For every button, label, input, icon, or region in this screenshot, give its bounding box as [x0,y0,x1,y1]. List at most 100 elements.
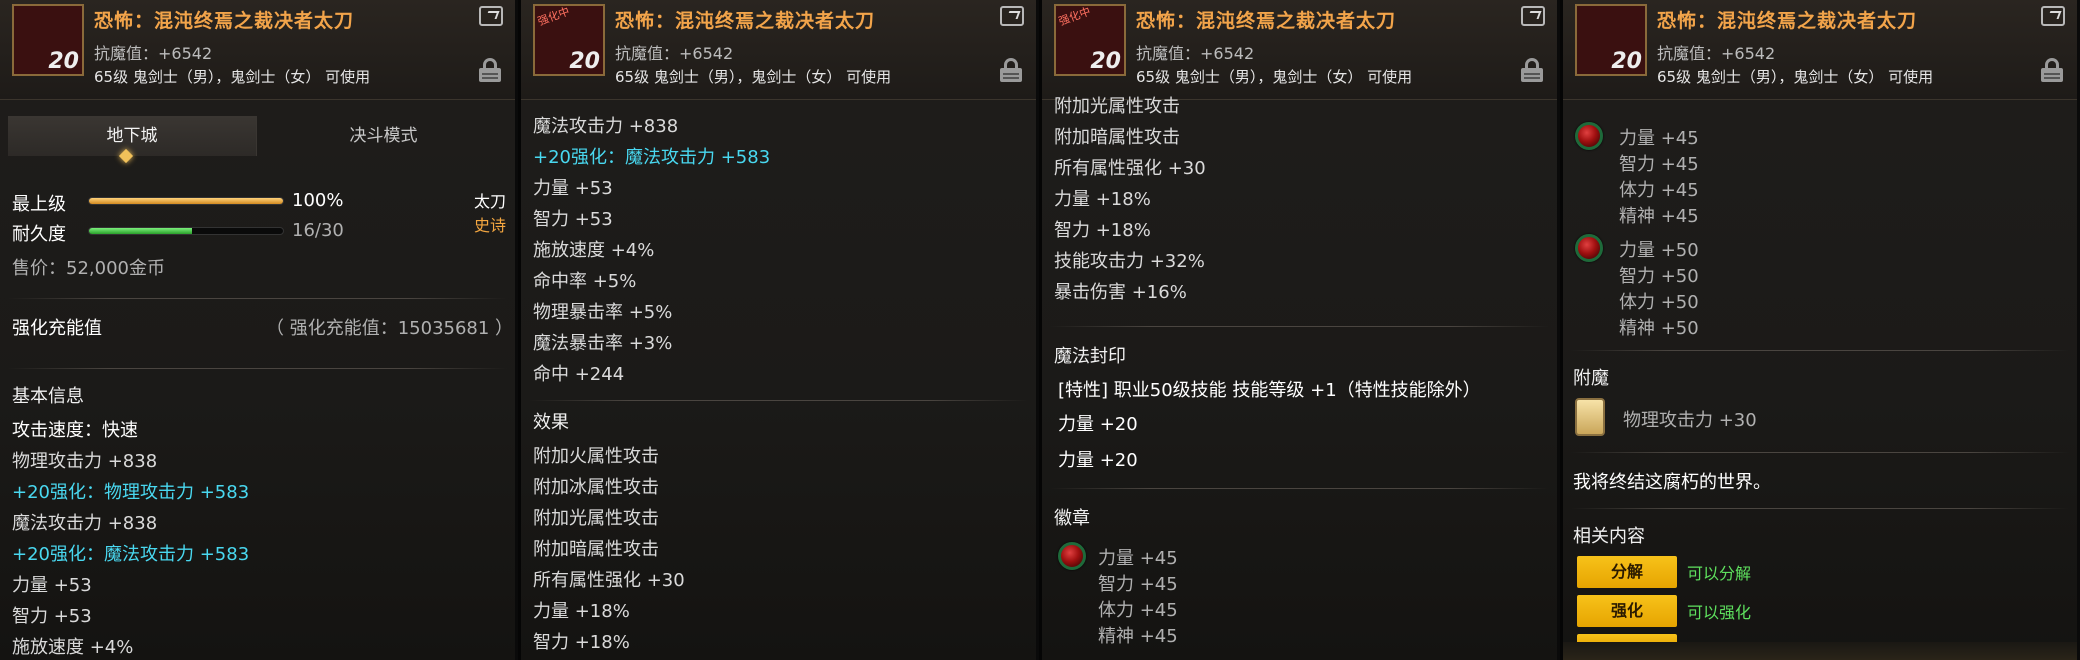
seal-line: [特性] 职业50级技能 技能等级 +1（特性技能除外） [1058,380,1481,401]
usable-classes: 65级 鬼剑士（男），鬼剑士（女） 可使用 [94,68,371,86]
resist-value: 抗魔值：+6542 [94,44,213,63]
lock-icon[interactable] [479,58,501,82]
stat-line: 命中 +244 [533,364,625,385]
divider [1050,488,1549,489]
effect-line: 智力 +18% [1054,220,1151,241]
usable-classes: 65级 鬼剑士（男），鬼剑士（女） 可使用 [1136,68,1413,86]
tooltip-header: 强化中 20 恐怖：混沌终焉之裁决者太刀 抗魔值：+6542 65级 鬼剑士（男… [1042,0,1557,100]
tooltip-body: 力量 +45 智力 +45 体力 +45 精神 +45 力量 +50 智力 +5… [1563,100,2077,660]
enhance-hint: 可以强化 [1687,603,1752,622]
emblem-stat: 智力 +50 [1619,266,1699,287]
tooltip-body: 魔法攻击力 +838 +20强化：魔法攻击力 +583 力量 +53 智力 +5… [521,100,1036,660]
basic-info-header: 基本信息 [12,386,84,407]
share-icon[interactable] [1000,6,1024,26]
effect-line: 附加光属性攻击 [1054,96,1180,117]
share-icon[interactable] [1521,6,1545,26]
emblem-stat: 精神 +45 [1098,626,1178,647]
effect-line: 附加火属性攻击 [533,446,659,467]
effect-line: 所有属性强化 +30 [533,570,685,591]
usable-classes: 65级 鬼剑士（男），鬼剑士（女） 可使用 [615,68,892,86]
mode-tabs: 地下城 决斗模式 [8,116,510,156]
stat-line: 智力 +53 [533,209,613,230]
effect-line: 力量 +18% [533,601,630,622]
tooltip-header: 20 恐怖：混沌终焉之裁决者太刀 抗魔值：+6542 65级 鬼剑士（男），鬼剑… [1563,0,2077,100]
item-title: 恐怖：混沌终焉之裁决者太刀 [615,10,876,32]
resist-value: 抗魔值：+6542 [615,44,734,63]
enhancing-tag: 强化中 [535,4,572,29]
stat-line: 力量 +53 [533,178,613,199]
tooltip-body: 地下城 决斗模式 最上级 100% 太刀 耐久度 16/30 史诗 售价：52,… [0,100,515,660]
charge-label: 强化充能值 [12,318,102,339]
weapon-type: 太刀 [474,192,507,211]
rarity: 史诗 [474,216,507,235]
emblem-stat: 力量 +45 [1098,548,1178,569]
share-icon[interactable] [2041,6,2065,26]
enhance-level: 20 [569,49,600,74]
disassemble-button[interactable]: 分解 [1577,556,1677,588]
emblem-stat: 力量 +45 [1619,128,1699,149]
item-title: 恐怖：混沌终焉之裁决者太刀 [1657,10,1918,32]
tooltip-header: 强化中 20 恐怖：混沌终焉之裁决者太刀 抗魔值：+6542 65级 鬼剑士（男… [521,0,1036,100]
divider [1571,452,2069,453]
cast-speed: 施放速度 +4% [12,637,134,658]
enhance-level: 20 [1611,49,1642,74]
weapon-icon: 强化中 20 [1054,4,1126,76]
stat-line: 施放速度 +4% [533,240,655,261]
emblem-orb-icon [1575,122,1603,150]
weapon-icon: 20 [1575,4,1647,76]
usable-classes: 65级 鬼剑士（男），鬼剑士（女） 可使用 [1657,68,1934,86]
phys-enhance: +20强化：物理攻击力 +583 [12,482,250,503]
effect-line: 技能攻击力 +32% [1054,251,1205,272]
effect-line: 附加暗属性攻击 [1054,127,1180,148]
resist-value: 抗魔值：+6542 [1657,44,1776,63]
lock-icon[interactable] [1000,58,1022,82]
emblem-header: 徽章 [1054,508,1090,529]
tooltip-body: 附加光属性攻击 附加暗属性攻击 所有属性强化 +30 力量 +18% 智力 +1… [1042,96,1557,660]
emblem-stat: 精神 +45 [1619,206,1699,227]
enchant-stat: 物理攻击力 +30 [1623,410,1757,431]
enhance-level: 20 [1090,49,1121,74]
item-tooltip-panel-2: 强化中 20 恐怖：混沌终焉之裁决者太刀 抗魔值：+6542 65级 鬼剑士（男… [521,0,1039,660]
tab-pvp[interactable]: 决斗模式 [256,116,510,156]
stat-line: 魔法暴击率 +3% [533,333,673,354]
magic-attack: 魔法攻击力 +838 [12,513,158,534]
related-header: 相关内容 [1573,526,1645,547]
grade-value: 100% [292,190,344,211]
item-tooltip-panel-4: 20 恐怖：混沌终焉之裁决者太刀 抗魔值：+6542 65级 鬼剑士（男），鬼剑… [1563,0,2080,660]
emblem-orb-icon [1058,542,1086,570]
item-tooltip-panel-3: 强化中 20 恐怖：混沌终焉之裁决者太刀 抗魔值：+6542 65级 鬼剑士（男… [1042,0,1560,660]
emblem-stat: 体力 +45 [1098,600,1178,621]
share-icon[interactable] [479,6,503,26]
divider [529,400,1028,401]
resist-value: 抗魔值：+6542 [1136,44,1255,63]
magic-seal-header: 魔法封印 [1054,346,1126,367]
effect-line: 所有属性强化 +30 [1054,158,1206,179]
divider [8,368,507,369]
enchant-header: 附魔 [1573,368,1609,389]
emblem-stat: 智力 +45 [1098,574,1178,595]
tab-dungeon[interactable]: 地下城 [8,116,256,156]
item-title: 恐怖：混沌终焉之裁决者太刀 [1136,10,1397,32]
sell-price: 售价：52,000金币 [12,258,165,279]
durability-value: 16/30 [292,220,344,241]
effect-line: 附加光属性攻击 [533,508,659,529]
charge-value: （ 强化充能值：15035681 ） [266,318,514,339]
bottom-strip [1563,642,2077,660]
enhance-button[interactable]: 强化 [1577,595,1677,627]
effect-line: 附加暗属性攻击 [533,539,659,560]
enchant-card-icon [1575,398,1605,436]
magic-enhance: +20强化：魔法攻击力 +583 [533,147,771,168]
flavor-text: 我将终结这腐朽的世界。 [1573,472,1771,493]
item-tooltip-panel-1: 20 恐怖：混沌终焉之裁决者太刀 抗魔值：+6542 65级 鬼剑士（男），鬼剑… [0,0,518,660]
phys-attack: 物理攻击力 +838 [12,451,158,472]
effect-line: 附加冰属性攻击 [533,477,659,498]
durability-label: 耐久度 [12,224,66,245]
effect-line: 暴击伤害 +16% [1054,282,1187,303]
divider [1050,326,1549,327]
lock-icon[interactable] [1521,58,1543,82]
tooltip-header: 20 恐怖：混沌终焉之裁决者太刀 抗魔值：+6542 65级 鬼剑士（男），鬼剑… [0,0,515,100]
stat-str: 力量 +53 [12,575,92,596]
lock-icon[interactable] [2041,58,2063,82]
durability-bar [88,227,284,235]
enhance-level: 20 [48,49,79,74]
